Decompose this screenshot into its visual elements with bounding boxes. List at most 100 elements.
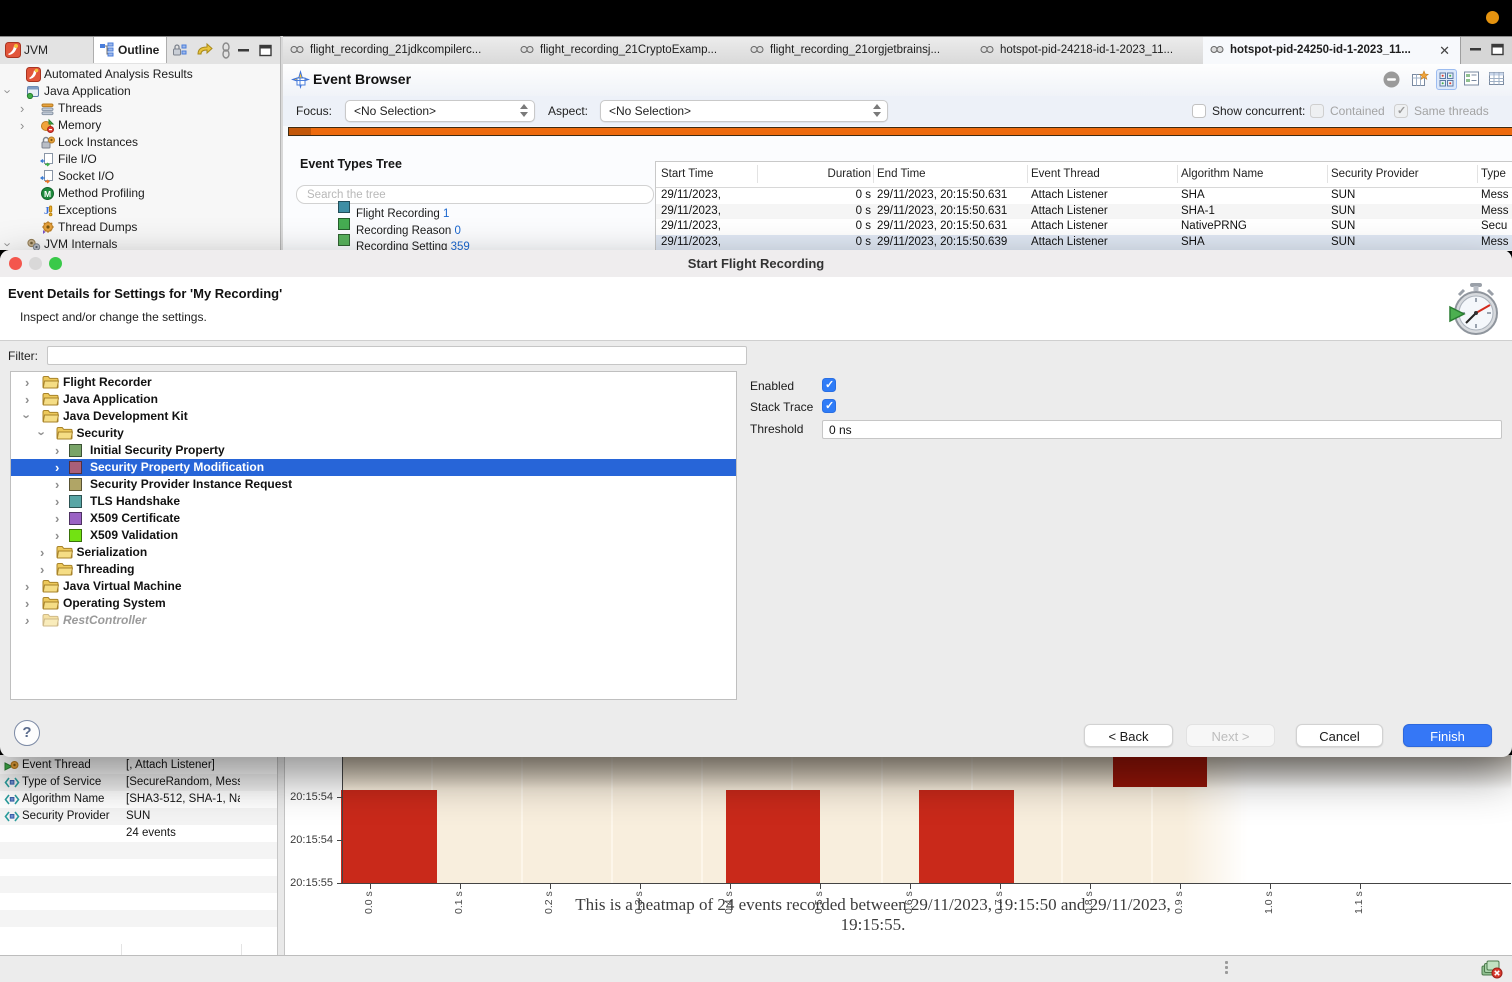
settings-tree-item-java-development-kit[interactable]: ›Java Development Kit	[11, 408, 736, 425]
settings-tree-item-java-application[interactable]: ›Java Application	[11, 391, 736, 408]
chevron-right-icon[interactable]: ›	[25, 595, 29, 612]
property-row-events-count[interactable]: 24 events	[0, 825, 277, 842]
table-row[interactable]: 29/11/2023,0 s29/11/2023, 20:15:50.639At…	[656, 235, 1512, 251]
settings-tree-item-security[interactable]: ›Security	[11, 425, 736, 442]
splitter-handle-icon[interactable]	[1225, 961, 1229, 977]
chevron-right-icon[interactable]: ›	[55, 493, 59, 510]
collapse-all-icon[interactable]	[195, 42, 212, 59]
cancel-button[interactable]: Cancel	[1296, 724, 1383, 747]
sidebar-tab-outline[interactable]: Outline	[94, 37, 167, 63]
settings-tree-item-x509-validation[interactable]: ›X509 Validation	[11, 527, 736, 544]
enabled-checkbox[interactable]	[822, 378, 836, 392]
column-header-duration[interactable]: Duration	[761, 168, 871, 180]
contained-checkbox[interactable]	[1310, 104, 1324, 118]
chevron-right-icon[interactable]: ›	[25, 391, 29, 408]
help-button[interactable]: ?	[14, 720, 40, 746]
close-icon[interactable]: ✕	[1439, 37, 1450, 64]
timeline-range-handle[interactable]	[289, 128, 311, 135]
sidebar-item-thread-dumps[interactable]: Thread Dumps	[0, 219, 280, 236]
sidebar-item-automated-analysis-results[interactable]: Automated Analysis Results	[0, 66, 280, 83]
chevron-right-icon[interactable]: ›	[25, 578, 29, 595]
threshold-input[interactable]	[822, 420, 1502, 439]
sidebar-item-socket-i-o[interactable]: Socket I/O	[0, 168, 280, 185]
property-row-empty[interactable]	[0, 927, 277, 944]
settings-tree-item-java-virtual-machine[interactable]: ›Java Virtual Machine	[11, 578, 736, 595]
column-divider[interactable]	[757, 165, 758, 183]
property-row-empty[interactable]	[0, 859, 277, 876]
clear-events-icon[interactable]	[1481, 959, 1503, 979]
chevron-right-icon[interactable]: ›	[55, 476, 59, 493]
sidebar-item-lock-instances[interactable]: Lock Instances	[0, 134, 280, 151]
table-row[interactable]: 29/11/2023,0 s29/11/2023, 20:15:50.631At…	[656, 219, 1512, 235]
event-type-flight-recording[interactable]: Flight Recording 1	[283, 199, 643, 215]
show-concurrent-checkbox[interactable]	[1192, 104, 1206, 118]
remove-icon[interactable]	[1381, 69, 1402, 90]
chevron-right-icon[interactable]: ›	[20, 100, 24, 117]
column-divider[interactable]	[1027, 165, 1028, 183]
sidebar-item-java-application[interactable]: ›Java Application	[0, 83, 280, 100]
filter-input[interactable]	[47, 346, 747, 365]
column-divider[interactable]	[1327, 165, 1328, 183]
minimize-icon[interactable]	[1468, 43, 1483, 56]
chevron-down-icon[interactable]: ›	[6, 83, 10, 100]
column-divider[interactable]	[1177, 165, 1178, 183]
editor-tab-hotspot-pid-24250-id-1-2023-11[interactable]: hotspot-pid-24250-id-1-2023_11...✕	[1203, 37, 1461, 65]
new-view-icon[interactable]	[1409, 69, 1430, 90]
back-button[interactable]: < Back	[1084, 724, 1173, 747]
column-header-security-provider[interactable]: Security Provider	[1331, 168, 1476, 180]
chevron-down-icon[interactable]: ›	[6, 236, 10, 250]
column-header-end-time[interactable]: End Time	[877, 168, 1027, 180]
sidebar-item-method-profiling[interactable]: MMethod Profiling	[0, 185, 280, 202]
panel-splitter[interactable]	[277, 755, 285, 955]
property-row-event-thread[interactable]: Event Thread[, Attach Listener]	[0, 757, 277, 774]
chevron-right-icon[interactable]: ›	[55, 510, 59, 527]
settings-tree-item-security-property-modification[interactable]: ›Security Property Modification	[11, 459, 736, 476]
property-row-empty[interactable]	[0, 893, 277, 910]
settings-tree-item-operating-system[interactable]: ›Operating System	[11, 595, 736, 612]
settings-tree-item-serialization[interactable]: ›Serialization	[11, 544, 736, 561]
chevron-right-icon[interactable]: ›	[40, 561, 44, 578]
property-row-type-of-service[interactable]: Type of Service[SecureRandom, Mess	[0, 774, 277, 791]
table-view-icon[interactable]	[1486, 69, 1507, 90]
column-header-event-thread[interactable]: Event Thread	[1031, 168, 1176, 180]
column-header-type[interactable]: Type	[1481, 168, 1512, 180]
column-header-start-time[interactable]: Start Time	[661, 168, 761, 180]
property-row-empty[interactable]	[0, 876, 277, 893]
table-row[interactable]: 29/11/2023,0 s29/11/2023, 20:15:50.631At…	[656, 204, 1512, 220]
chevron-down-icon[interactable]: ›	[40, 425, 44, 442]
settings-tree-item-threading[interactable]: ›Threading	[11, 561, 736, 578]
property-row-security-provider[interactable]: Security ProviderSUN	[0, 808, 277, 825]
chevron-right-icon[interactable]: ›	[20, 117, 24, 134]
event-type-recording-setting[interactable]: Recording Setting 359	[283, 232, 643, 248]
settings-tree-item-security-provider-instance-request[interactable]: ›Security Provider Instance Request	[11, 476, 736, 493]
chevron-right-icon[interactable]: ›	[55, 442, 59, 459]
aspect-select[interactable]: <No Selection>	[600, 100, 888, 122]
chevron-right-icon[interactable]: ›	[25, 612, 29, 629]
settings-tree-item-x509-certificate[interactable]: ›X509 Certificate	[11, 510, 736, 527]
property-row-empty[interactable]	[0, 842, 277, 859]
lock-layout-icon[interactable]	[172, 42, 189, 59]
editor-tab-hotspot-pid-24218-id-1-2023-11[interactable]: hotspot-pid-24218-id-1-2023_11...	[973, 37, 1204, 64]
column-divider[interactable]	[873, 165, 874, 183]
minimize-icon[interactable]	[236, 44, 253, 61]
same-threads-checkbox[interactable]	[1394, 104, 1408, 118]
finish-button[interactable]: Finish	[1403, 724, 1492, 747]
sidebar-item-threads[interactable]: ›Threads	[0, 100, 280, 117]
chevron-right-icon[interactable]: ›	[40, 544, 44, 561]
focus-select[interactable]: <No Selection>	[345, 100, 535, 122]
sidebar-item-exceptions[interactable]: JExceptions	[0, 202, 280, 219]
editor-tab-flight-recording-21orgjetbrainsj[interactable]: flight_recording_21orgjetbrainsj...	[743, 37, 974, 64]
settings-tree-item-flight-recorder[interactable]: ›Flight Recorder	[11, 374, 736, 391]
property-row-algorithm-name[interactable]: Algorithm Name[SHA3-512, SHA-1, Na	[0, 791, 277, 808]
settings-tree-item-restcontroller[interactable]: ›RestController	[11, 612, 736, 629]
sidebar-item-memory[interactable]: ›Memory	[0, 117, 280, 134]
property-row-empty[interactable]	[0, 910, 277, 927]
chevron-right-icon[interactable]: ›	[55, 459, 59, 476]
maximize-icon[interactable]	[258, 44, 275, 61]
chevron-right-icon[interactable]: ›	[25, 374, 29, 391]
settings-tree-item-tls-handshake[interactable]: ›TLS Handshake	[11, 493, 736, 510]
chevron-right-icon[interactable]: ›	[55, 527, 59, 544]
chevron-down-icon[interactable]: ›	[25, 408, 29, 425]
stack-trace-checkbox[interactable]	[822, 399, 836, 413]
timeline-range-bar[interactable]	[288, 127, 1512, 136]
